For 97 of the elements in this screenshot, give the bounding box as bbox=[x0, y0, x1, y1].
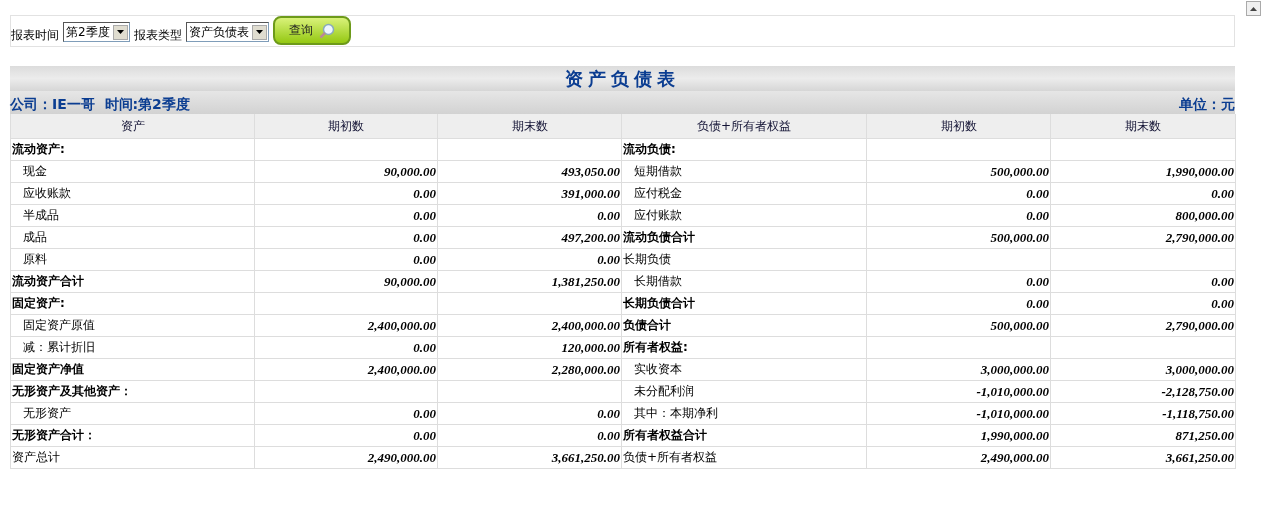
dropdown[interactable]: 第2季度 bbox=[63, 22, 130, 42]
amount-cell: 2,400,000.00 bbox=[437, 314, 622, 337]
column-header: 资产 bbox=[10, 114, 255, 139]
amount-cell: 391,000.00 bbox=[437, 182, 622, 205]
amount-cell: 0.00 bbox=[437, 204, 622, 227]
column-header: 期末数 bbox=[1050, 114, 1236, 139]
amount-cell: 3,000,000.00 bbox=[866, 358, 1051, 381]
section-heading: 所有者权益: bbox=[621, 336, 867, 359]
total-label: 长期负债合计 bbox=[621, 292, 867, 315]
account-label: 长期借款 bbox=[621, 270, 867, 293]
amount-cell: 3,661,250.00 bbox=[1050, 446, 1236, 469]
search-icon bbox=[318, 22, 335, 39]
account-label: 现金 bbox=[10, 160, 255, 183]
amount-cell: 0.00 bbox=[1050, 182, 1236, 205]
dropdown[interactable]: 资产负债表 bbox=[185, 22, 269, 42]
amount-cell: 1,990,000.00 bbox=[866, 424, 1051, 447]
amount-cell: 3,661,250.00 bbox=[437, 446, 622, 469]
amount-cell: 0.00 bbox=[254, 248, 438, 271]
amount-cell: 500,000.00 bbox=[866, 160, 1051, 183]
amount-cell: 0.00 bbox=[254, 402, 438, 425]
amount-cell: 2,280,000.00 bbox=[437, 358, 622, 381]
amount-cell: 0.00 bbox=[866, 182, 1051, 205]
column-header: 期初数 bbox=[254, 114, 438, 139]
amount-cell: 497,200.00 bbox=[437, 226, 622, 249]
amount-cell: 871,250.00 bbox=[1050, 424, 1236, 447]
amount-cell: 0.00 bbox=[254, 204, 438, 227]
total-label: 资产总计 bbox=[10, 446, 255, 469]
account-label: 实收资本 bbox=[621, 358, 867, 381]
amount-cell: -1,118,750.00 bbox=[1050, 402, 1236, 425]
amount-cell: 120,000.00 bbox=[437, 336, 622, 359]
query-button[interactable]: 查询 bbox=[272, 16, 351, 45]
field-label: 报表时间 bbox=[11, 27, 59, 44]
account-label: 其中：本期净利 bbox=[621, 402, 867, 425]
amount-cell: 0.00 bbox=[437, 424, 622, 447]
field-label: 报表类型 bbox=[133, 27, 182, 44]
account-label: 无形资产 bbox=[10, 402, 255, 425]
amount-cell: 1,990,000.00 bbox=[1050, 160, 1236, 183]
amount-cell: 0.00 bbox=[437, 248, 622, 271]
amount-cell: 90,000.00 bbox=[254, 270, 438, 293]
amount-cell: 500,000.00 bbox=[866, 226, 1051, 249]
account-label: 固定资产原值 bbox=[10, 314, 255, 337]
amount-cell: 0.00 bbox=[866, 292, 1051, 315]
report-title: 资产负债表 bbox=[565, 66, 680, 91]
amount-cell: 0.00 bbox=[866, 270, 1051, 293]
scroll-up-button[interactable] bbox=[1246, 1, 1261, 16]
total-label: 固定资产净值 bbox=[10, 358, 255, 381]
amount-cell: -2,128,750.00 bbox=[1050, 380, 1236, 403]
amount-cell: 493,050.00 bbox=[437, 160, 622, 183]
amount-cell: 2,490,000.00 bbox=[866, 446, 1051, 469]
account-label: 应收账款 bbox=[10, 182, 255, 205]
amount-cell: 2,400,000.00 bbox=[254, 358, 438, 381]
amount-cell: 90,000.00 bbox=[254, 160, 438, 183]
amount-cell: 0.00 bbox=[254, 182, 438, 205]
total-label: 所有者权益合计 bbox=[621, 424, 867, 447]
amount-cell: 3,000,000.00 bbox=[1050, 358, 1236, 381]
account-label: 减：累计折旧 bbox=[10, 336, 255, 359]
company-info: 公司：IE一哥 时间:第2季度 bbox=[10, 96, 190, 114]
amount-cell: 0.00 bbox=[1050, 270, 1236, 293]
total-label: 长期负债 bbox=[621, 248, 867, 271]
amount-cell: 0.00 bbox=[254, 336, 438, 359]
amount-cell: 1,381,250.00 bbox=[437, 270, 622, 293]
amount-cell: 0.00 bbox=[866, 204, 1051, 227]
total-label: 负债合计 bbox=[621, 314, 867, 337]
amount-cell: 0.00 bbox=[1050, 292, 1236, 315]
column-header: 期末数 bbox=[437, 114, 622, 139]
section-heading: 无形资产及其他资产： bbox=[10, 380, 255, 403]
amount-cell: 0.00 bbox=[437, 402, 622, 425]
account-label: 短期借款 bbox=[621, 160, 867, 183]
account-label: 应付账款 bbox=[621, 204, 867, 227]
amount-cell: 2,490,000.00 bbox=[254, 446, 438, 469]
section-heading: 流动负债: bbox=[621, 138, 867, 161]
total-label: 流动资产合计 bbox=[10, 270, 255, 293]
total-label: 无形资产合计： bbox=[10, 424, 255, 447]
unit-label: 单位：元 bbox=[1179, 96, 1235, 114]
total-label: 流动负债合计 bbox=[621, 226, 867, 249]
total-label: 负债+所有者权益 bbox=[621, 446, 867, 469]
amount-cell: 0.00 bbox=[254, 424, 438, 447]
account-label: 半成品 bbox=[10, 204, 255, 227]
dropdown-arrow-icon bbox=[255, 30, 263, 34]
column-header: 负债+所有者权益 bbox=[621, 114, 867, 139]
account-label: 未分配利润 bbox=[621, 380, 867, 403]
amount-cell: 2,790,000.00 bbox=[1050, 226, 1236, 249]
amount-cell: -1,010,000.00 bbox=[866, 402, 1051, 425]
dropdown-arrow-icon bbox=[116, 30, 124, 34]
amount-cell: 2,400,000.00 bbox=[254, 314, 438, 337]
section-heading: 流动资产: bbox=[10, 138, 255, 161]
account-label: 应付税金 bbox=[621, 182, 867, 205]
amount-cell: -1,010,000.00 bbox=[866, 380, 1051, 403]
amount-cell: 800,000.00 bbox=[1050, 204, 1236, 227]
up-arrow-icon bbox=[1250, 6, 1257, 11]
section-heading: 固定资产: bbox=[10, 292, 255, 315]
account-label: 原料 bbox=[10, 248, 255, 271]
amount-cell: 500,000.00 bbox=[866, 314, 1051, 337]
amount-cell: 0.00 bbox=[254, 226, 438, 249]
amount-cell: 2,790,000.00 bbox=[1050, 314, 1236, 337]
account-label: 成品 bbox=[10, 226, 255, 249]
column-header: 期初数 bbox=[866, 114, 1051, 139]
